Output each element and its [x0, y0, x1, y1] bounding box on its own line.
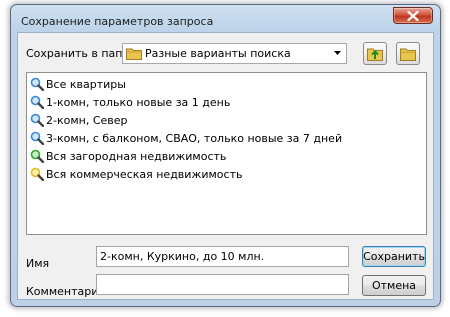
list-item-label: 2-комн, Север [46, 113, 128, 127]
name-label: Имя [26, 257, 50, 270]
folder-select-value: Разные варианты поиска [145, 47, 291, 60]
close-button[interactable] [393, 7, 433, 24]
list-item[interactable]: 3-комн, с балконом, СВАО, только новые з… [30, 131, 342, 145]
new-folder-icon [400, 48, 416, 61]
name-input[interactable] [96, 246, 349, 267]
cancel-button[interactable]: Отмена [362, 275, 426, 296]
magnifier-blue-icon [30, 113, 44, 127]
folder-up-icon [367, 48, 383, 61]
dialog-body: Сохранить в папке: Разные варианты поиск… [17, 32, 434, 300]
list-item-label: 1-комн, только новые за 1 день [46, 95, 231, 109]
new-folder-button[interactable] [396, 42, 420, 65]
folder-up-button[interactable] [363, 42, 387, 65]
dialog-title: Сохранение параметров запроса [21, 15, 214, 28]
save-button[interactable]: Сохранить [362, 246, 426, 267]
list-item[interactable]: Вся загородная недвижимость [30, 149, 226, 163]
list-item-label: 3-комн, с балконом, СВАО, только новые з… [46, 131, 343, 145]
save-query-dialog: Сохранение параметров запроса Сохранить … [10, 4, 441, 307]
list-item-label: Вся загородная недвижимость [46, 149, 227, 163]
list-item-label: Вся коммерческая недвижимость [46, 167, 243, 181]
comment-label: Комментарий [26, 285, 106, 298]
magnifier-yellow-icon [30, 167, 44, 181]
chevron-down-icon [334, 51, 341, 55]
list-item-label: Все квартиры [46, 77, 126, 91]
folder-icon [126, 48, 142, 60]
list-item[interactable]: Вся коммерческая недвижимость [30, 167, 242, 181]
folder-select[interactable]: Разные варианты поиска [122, 43, 347, 64]
magnifier-blue-icon [30, 95, 44, 109]
list-item[interactable]: 2-комн, Север [30, 113, 128, 127]
close-icon [407, 11, 419, 21]
list-item[interactable]: 1-комн, только новые за 1 день [30, 95, 230, 109]
saved-queries-list[interactable]: Все квартиры 1-комн, только новые за 1 д… [26, 72, 427, 235]
list-item[interactable]: Все квартиры [30, 77, 126, 91]
magnifier-green-icon [30, 149, 44, 163]
comment-input[interactable] [96, 274, 349, 295]
magnifier-blue-icon [30, 77, 44, 91]
magnifier-blue-icon [30, 131, 44, 145]
